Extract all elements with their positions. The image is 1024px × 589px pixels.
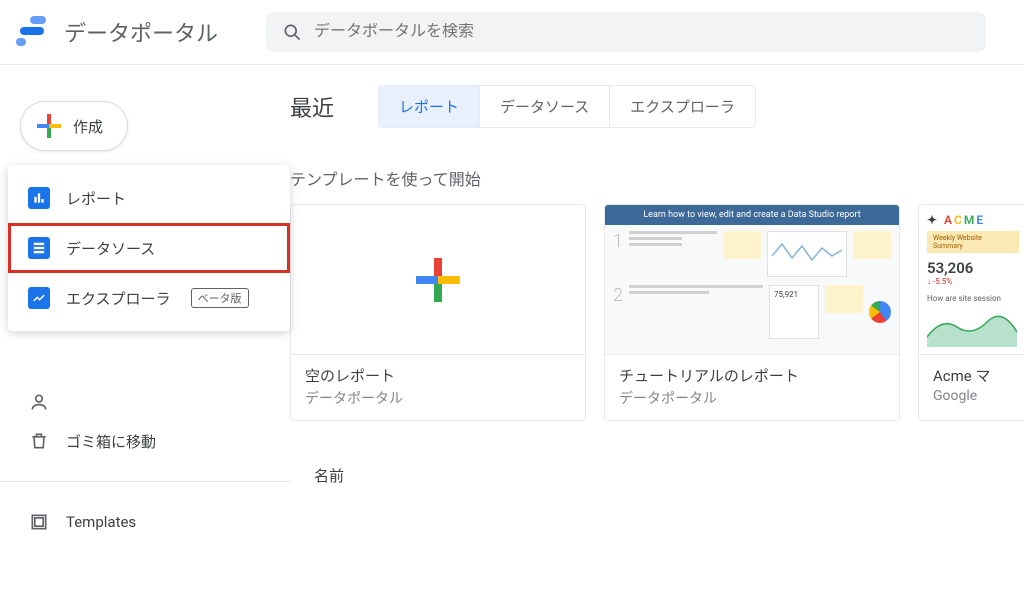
app-title: データポータル	[64, 16, 218, 48]
acme-delta: ↓ -5.5%	[927, 277, 1019, 286]
logo-area[interactable]: データポータル	[16, 16, 218, 48]
create-label: 作成	[73, 116, 103, 137]
create-button[interactable]: 作成	[20, 101, 128, 151]
acme-banner: Weekly Website Summary	[927, 231, 1019, 253]
dropdown-item-report[interactable]: レポート	[8, 173, 290, 223]
template-name: チュートリアルのレポート	[619, 365, 885, 386]
template-source: データポータル	[305, 388, 571, 408]
acme-stat: 53,206	[927, 259, 1019, 277]
search-bar[interactable]	[266, 12, 986, 52]
plus-icon	[37, 114, 61, 138]
data-portal-logo-icon	[16, 16, 48, 48]
templates-heading: テンプレートを使って開始	[290, 166, 1000, 190]
main-content: 最近 レポート データソース エクスプローラ テンプレートを使って開始 空のレポ…	[290, 65, 1024, 589]
templates-icon	[28, 511, 50, 533]
template-source: Google	[933, 388, 1013, 404]
sidebar-item-templates[interactable]: Templates	[0, 498, 290, 546]
search-icon	[282, 22, 302, 42]
dropdown-item-data-source[interactable]: データソース	[8, 223, 290, 273]
sidebar: 作成 レポート データソース エクスプローラ ベータ版	[0, 65, 290, 589]
dropdown-data-source-label: データソース	[66, 238, 155, 259]
template-card-acme[interactable]: ✦ ACME Weekly Website Summary 53,206 ↓ -…	[918, 204, 1024, 421]
tutorial-banner: Learn how to view, edit and create a Dat…	[605, 205, 899, 225]
recent-title: 最近	[290, 91, 334, 123]
tutorial-thumb: Learn how to view, edit and create a Dat…	[605, 205, 899, 355]
tab-report[interactable]: レポート	[379, 86, 480, 127]
template-gallery: 空のレポート データポータル Learn how to view, edit a…	[290, 204, 1000, 421]
beta-badge: ベータ版	[191, 288, 249, 308]
dropdown-item-explorer[interactable]: エクスプローラ ベータ版	[8, 273, 290, 323]
dropdown-report-label: レポート	[66, 188, 126, 209]
acme-thumb: ✦ ACME Weekly Website Summary 53,206 ↓ -…	[919, 205, 1024, 355]
trash-label: ゴミ箱に移動	[66, 431, 156, 452]
template-name: 空のレポート	[305, 365, 571, 386]
template-name: Acme マ	[933, 365, 1013, 386]
search-input[interactable]	[314, 23, 970, 41]
acme-logo: ✦ ACME	[927, 213, 1019, 227]
sidebar-item-trash[interactable]: ゴミ箱に移動	[0, 417, 290, 465]
explorer-icon	[28, 287, 50, 309]
trash-icon	[28, 430, 50, 452]
create-dropdown: レポート データソース エクスプローラ ベータ版	[8, 165, 290, 331]
person-icon	[28, 391, 50, 413]
template-card-blank[interactable]: 空のレポート データポータル	[290, 204, 586, 421]
templates-label: Templates	[66, 513, 136, 531]
report-icon	[28, 187, 50, 209]
content-tabs: レポート データソース エクスプローラ	[378, 85, 756, 128]
dropdown-explorer-label: エクスプローラ	[66, 288, 171, 309]
acme-question: How are site session	[927, 294, 1019, 303]
blank-thumb	[291, 205, 585, 355]
tab-data-source[interactable]: データソース	[480, 86, 610, 127]
data-source-icon	[28, 237, 50, 259]
plus-icon	[416, 258, 460, 302]
sidebar-divider	[0, 481, 290, 482]
template-source: データポータル	[619, 388, 885, 408]
header: データポータル	[0, 0, 1024, 65]
tab-explorer[interactable]: エクスプローラ	[610, 86, 755, 127]
sidebar-item-owned-by-me[interactable]	[0, 391, 290, 417]
template-card-tutorial[interactable]: Learn how to view, edit and create a Dat…	[604, 204, 900, 421]
list-header-name: 名前	[290, 465, 1000, 486]
